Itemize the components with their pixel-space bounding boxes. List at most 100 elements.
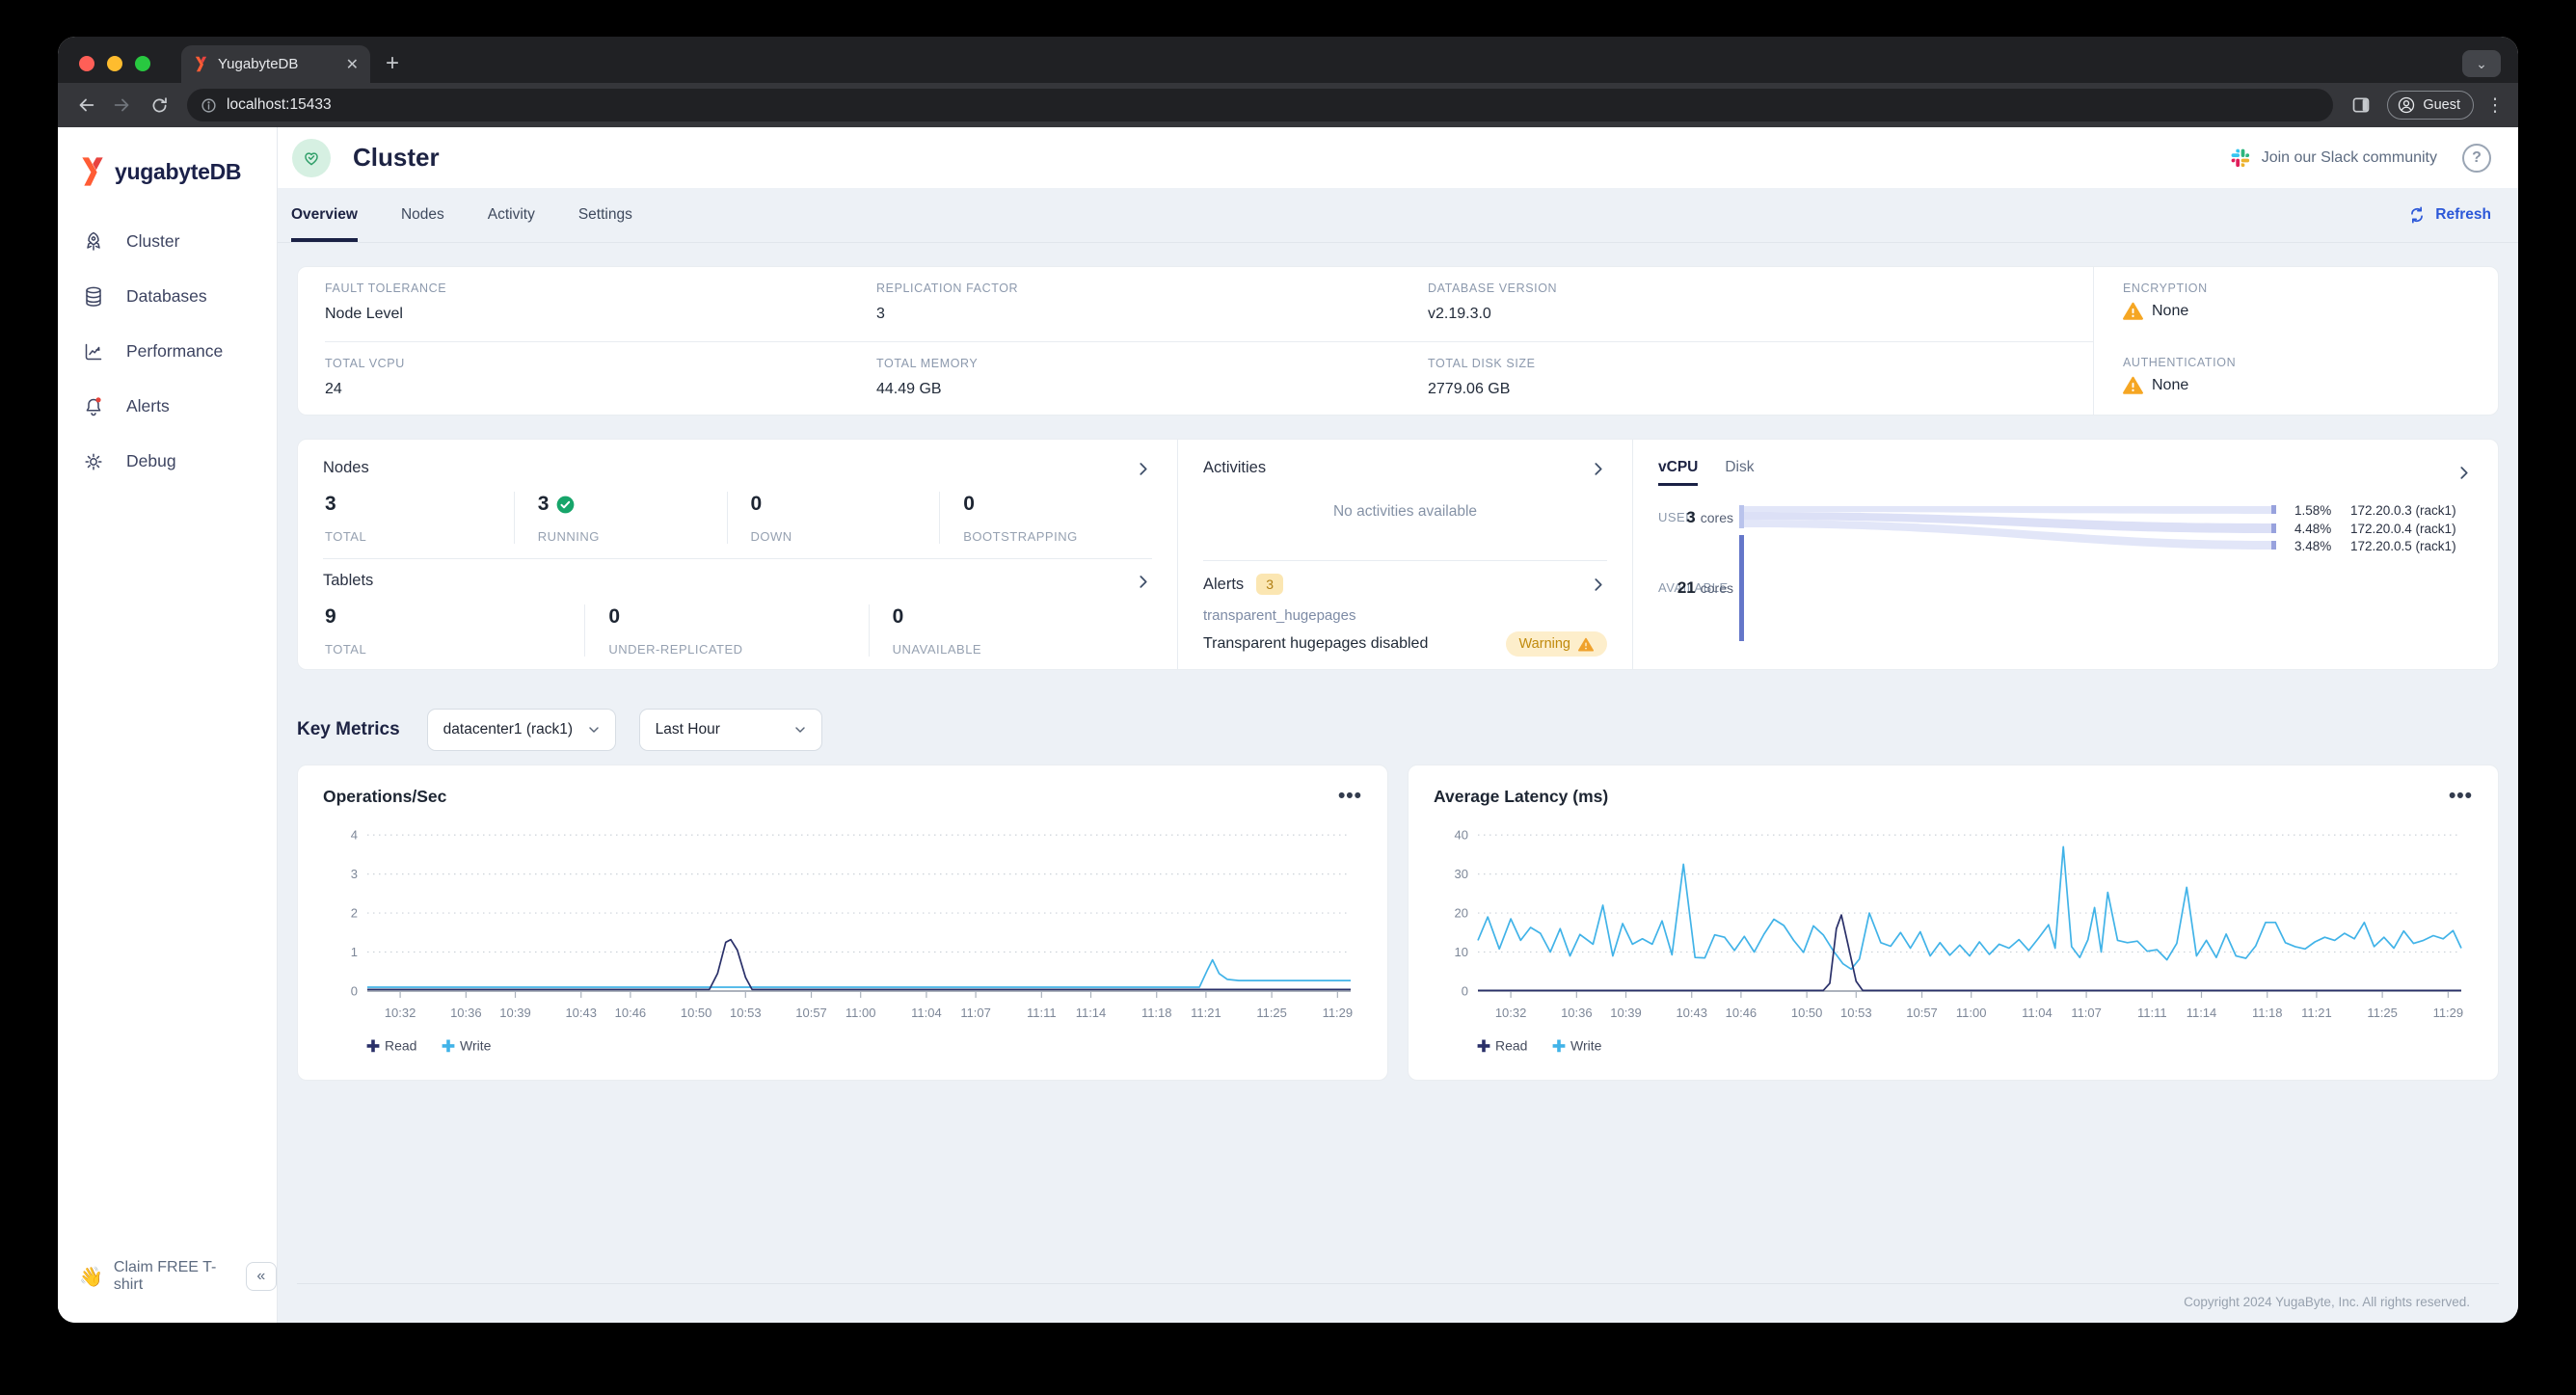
- svg-text:10:57: 10:57: [1906, 1006, 1938, 1020]
- field-label: ENCRYPTION: [2123, 282, 2208, 295]
- sidebar-item-debug[interactable]: Debug: [58, 434, 277, 489]
- zoom-window-button[interactable]: [135, 56, 150, 71]
- sidebar-item-performance[interactable]: Performance: [58, 324, 277, 379]
- minimize-window-button[interactable]: [107, 56, 122, 71]
- yugabytedb-logo[interactable]: yugabyteDB: [58, 127, 277, 187]
- svg-text:11:29: 11:29: [2433, 1006, 2464, 1020]
- tab-settings[interactable]: Settings: [578, 188, 632, 242]
- sidebar-item-label: Debug: [126, 451, 176, 470]
- node-usage-ip: 172.20.0.5 (rack1): [2350, 539, 2456, 553]
- sidebar-item-label: Cluster: [126, 231, 180, 251]
- sidebar-item-cluster[interactable]: Cluster: [58, 214, 277, 269]
- node-usage-ip: 172.20.0.4 (rack1): [2350, 522, 2456, 536]
- field-label: TOTAL DISK SIZE: [1428, 357, 1536, 370]
- chevron-right-icon[interactable]: [1135, 573, 1152, 590]
- warning-icon: [2123, 376, 2143, 394]
- svg-text:11:18: 11:18: [1141, 1006, 1172, 1020]
- svg-text:10:46: 10:46: [1726, 1006, 1758, 1020]
- svg-text:10:36: 10:36: [1561, 1006, 1593, 1020]
- sidebar-item-databases[interactable]: Databases: [58, 269, 277, 324]
- tab-vcpu[interactable]: vCPU: [1658, 459, 1699, 486]
- svg-text:11:21: 11:21: [1191, 1006, 1221, 1020]
- close-window-button[interactable]: [79, 56, 94, 71]
- help-button[interactable]: ?: [2462, 143, 2491, 173]
- stat-running: 3 RUNNING: [513, 492, 727, 544]
- sidebar-item-label: Alerts: [126, 396, 170, 416]
- site-info-icon[interactable]: [201, 97, 217, 114]
- svg-text:11:11: 11:11: [2137, 1006, 2167, 1020]
- activities-card-title: Activities: [1203, 459, 1267, 476]
- chevron-right-icon[interactable]: [2455, 464, 2473, 481]
- tab-close-icon[interactable]: ✕: [346, 55, 359, 74]
- sidebar-collapse-button[interactable]: «: [245, 1262, 277, 1291]
- address-bar[interactable]: localhost:15433: [187, 89, 2334, 121]
- tab-overview[interactable]: Overview: [291, 188, 358, 242]
- window-controls[interactable]: [79, 56, 150, 71]
- browser-menu-icon[interactable]: ⋮: [2483, 94, 2507, 117]
- side-panel-icon: [2352, 97, 2370, 113]
- svg-text:20: 20: [1455, 906, 1468, 921]
- svg-text:11:04: 11:04: [2022, 1006, 2053, 1020]
- cluster-info-panel: FAULT TOLERANCE Node Level REPLICATION F…: [297, 266, 2499, 416]
- performance-icon: [85, 343, 102, 360]
- refresh-label: Refresh: [2435, 206, 2491, 223]
- svg-text:10:53: 10:53: [1840, 1006, 1872, 1020]
- warning-badge: Warning: [1505, 631, 1607, 657]
- chevron-right-icon[interactable]: [1135, 460, 1152, 477]
- svg-text:10:43: 10:43: [565, 1006, 597, 1020]
- chart-menu-icon[interactable]: •••: [1338, 785, 1362, 808]
- sidebar-item-alerts[interactable]: Alerts: [58, 379, 277, 434]
- region-select-value: datacenter1 (rack1): [443, 721, 574, 738]
- authentication-field: AUTHENTICATION None: [2123, 341, 2498, 416]
- svg-text:11:25: 11:25: [1256, 1006, 1287, 1020]
- tab-activity[interactable]: Activity: [488, 188, 535, 242]
- forward-button[interactable]: [106, 89, 139, 121]
- encryption-field: ENCRYPTION None: [2123, 267, 2498, 341]
- tab-title: YugabyteDB: [218, 56, 299, 72]
- svg-text:21cores: 21 cores: [1677, 578, 1733, 597]
- chart-menu-icon[interactable]: •••: [2449, 785, 2473, 808]
- latency-chart: 0 10 20 30 40 10:32 10:36 10:39 10:43 10:46 10:50 1…: [1434, 808, 2473, 1066]
- tab-search-chevron-icon[interactable]: ⌄: [2462, 50, 2501, 77]
- svg-text:11:00: 11:00: [845, 1006, 876, 1020]
- logo-text: yugabyteDB: [115, 158, 242, 184]
- refresh-button[interactable]: Refresh: [2407, 205, 2491, 225]
- node-usage-ip: 172.20.0.3 (rack1): [2350, 503, 2456, 518]
- slack-link-label: Join our Slack community: [2261, 148, 2437, 166]
- field-value: None: [2152, 376, 2189, 393]
- field-label: TOTAL MEMORY: [876, 357, 979, 370]
- tablets-stats: 9 TOTAL 0 UNDER-REPLICATED 0 UNAVAILABLE: [323, 604, 1152, 657]
- gear-icon: [85, 452, 102, 470]
- browser-tab[interactable]: YugabyteDB ✕: [181, 45, 370, 83]
- stat-down: 0 DOWN: [726, 492, 940, 544]
- slack-community-link[interactable]: Join our Slack community: [2230, 148, 2437, 169]
- field-value: 44.49 GB: [876, 381, 942, 397]
- tab-nodes[interactable]: Nodes: [401, 188, 444, 242]
- reload-button[interactable]: [143, 89, 175, 121]
- side-panel-button[interactable]: [2345, 89, 2377, 121]
- svg-text:11:07: 11:07: [960, 1006, 991, 1020]
- chevron-right-icon[interactable]: [1590, 576, 1607, 593]
- alert-name[interactable]: transparent_hugepages: [1203, 607, 1607, 624]
- nodes-card-title: Nodes: [323, 459, 369, 476]
- profile-button[interactable]: Guest: [2387, 91, 2474, 120]
- stat-unavailable: 0 UNAVAILABLE: [868, 604, 1152, 657]
- heart-check-icon: [305, 151, 318, 165]
- svg-text:10:50: 10:50: [681, 1006, 712, 1020]
- time-range-select[interactable]: Last Hour: [638, 709, 822, 751]
- replication-factor-field: REPLICATION FACTOR 3: [876, 282, 1428, 341]
- claim-tshirt[interactable]: 👋 Claim FREE T-shirt «: [79, 1259, 277, 1294]
- sidebar-item-label: Databases: [126, 286, 207, 306]
- svg-text:10:46: 10:46: [615, 1006, 647, 1020]
- svg-text:4: 4: [351, 828, 358, 843]
- database-version-field: DATABASE VERSION v2.19.3.0: [1428, 282, 2093, 341]
- region-select[interactable]: datacenter1 (rack1): [426, 709, 616, 751]
- svg-text:10: 10: [1455, 945, 1468, 959]
- new-tab-button[interactable]: +: [386, 52, 399, 75]
- bell-icon: [86, 396, 101, 416]
- chevron-right-icon[interactable]: [1590, 460, 1607, 477]
- nodes-tablets-section: Nodes 3 TOTAL 3 RUNNING 0 DOWN 0 BOOTSTR…: [298, 440, 1177, 669]
- alerts-count-badge: 3: [1256, 574, 1283, 595]
- back-button[interactable]: [69, 89, 102, 121]
- tab-disk[interactable]: Disk: [1725, 459, 1754, 486]
